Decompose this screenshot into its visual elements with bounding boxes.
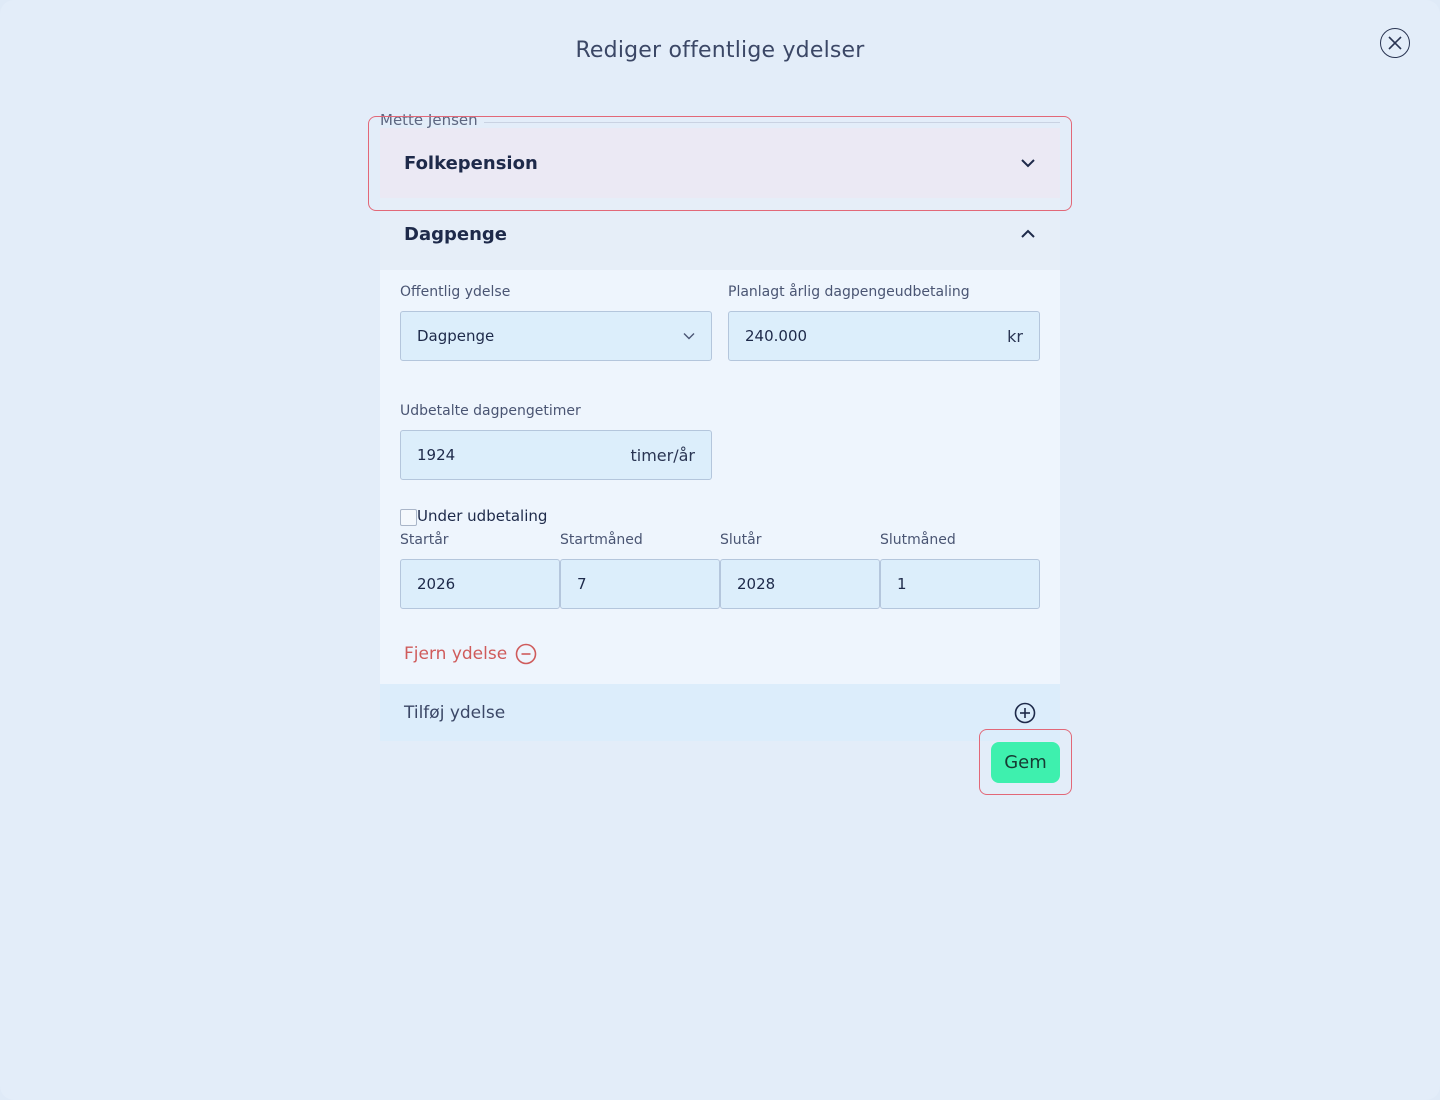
annual-payout-input[interactable]: 240.000 kr bbox=[728, 311, 1040, 361]
minus-circle-icon bbox=[515, 643, 537, 665]
currency-suffix: kr bbox=[1007, 326, 1023, 346]
remove-benefit-button[interactable]: Fjern ydelse bbox=[404, 643, 537, 665]
save-button[interactable]: Gem bbox=[991, 742, 1060, 783]
close-icon bbox=[1388, 36, 1402, 50]
chevron-down-icon bbox=[683, 333, 695, 340]
fieldset-border bbox=[480, 122, 1060, 123]
benefit-type-value: Dagpenge bbox=[417, 327, 495, 345]
close-button[interactable] bbox=[1380, 28, 1410, 58]
benefit-type-select[interactable]: Dagpenge bbox=[400, 311, 712, 361]
plus-circle-icon bbox=[1014, 702, 1036, 723]
accordion-folkepension[interactable]: Folkepension bbox=[380, 128, 1060, 198]
under-payout-checkbox[interactable] bbox=[400, 509, 417, 526]
annual-payout-label: Planlagt årlig dagpengeudbetaling bbox=[728, 284, 970, 300]
end-year-value: 2028 bbox=[737, 575, 776, 593]
start-month-value: 7 bbox=[577, 575, 587, 593]
annual-payout-value: 240.000 bbox=[745, 327, 808, 345]
benefit-type-label: Offentlig ydelse bbox=[400, 284, 511, 300]
add-benefit-button[interactable]: Tilføj ydelse bbox=[380, 684, 1060, 741]
hours-input[interactable]: 1924 timer/år bbox=[400, 430, 712, 480]
under-payout-label: Under udbetaling bbox=[417, 507, 548, 525]
end-month-label: Slutmåned bbox=[880, 532, 956, 548]
chevron-up-icon bbox=[1021, 229, 1035, 238]
accordion-label: Dagpenge bbox=[404, 223, 507, 245]
hours-value: 1924 bbox=[417, 446, 456, 464]
end-year-label: Slutår bbox=[720, 532, 762, 548]
start-month-input[interactable]: 7 bbox=[560, 559, 720, 609]
end-month-value: 1 bbox=[897, 575, 907, 593]
chevron-down-icon bbox=[1021, 159, 1035, 168]
modal-title: Rediger offentlige ydelser bbox=[575, 38, 865, 63]
hours-unit-suffix: timer/år bbox=[630, 445, 696, 465]
accordion-dagpenge[interactable]: Dagpenge bbox=[380, 198, 1060, 270]
remove-benefit-label: Fjern ydelse bbox=[404, 644, 508, 664]
person-name-legend: Mette Jensen bbox=[380, 111, 484, 129]
start-year-label: Startår bbox=[400, 532, 449, 548]
add-benefit-label: Tilføj ydelse bbox=[404, 702, 506, 723]
end-year-input[interactable]: 2028 bbox=[720, 559, 880, 609]
start-year-value: 2026 bbox=[417, 575, 456, 593]
accordion-label: Folkepension bbox=[404, 152, 538, 174]
end-month-input[interactable]: 1 bbox=[880, 559, 1040, 609]
start-year-input[interactable]: 2026 bbox=[400, 559, 560, 609]
start-month-label: Startmåned bbox=[560, 532, 643, 548]
hours-label: Udbetalte dagpengetimer bbox=[400, 403, 581, 419]
